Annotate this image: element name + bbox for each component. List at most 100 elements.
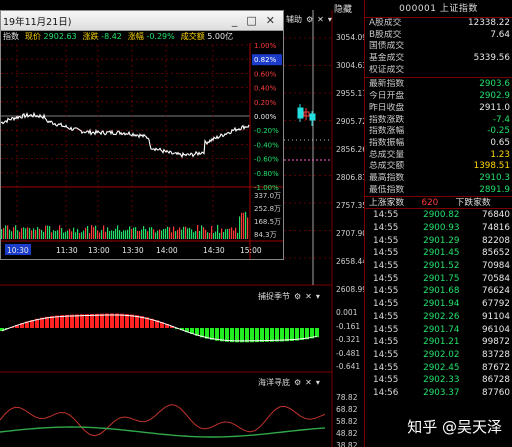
volume-bar bbox=[175, 231, 177, 239]
indicator1-bar bbox=[120, 313, 124, 328]
tick-row: 14:55 2901.94 67792 bbox=[365, 298, 512, 311]
volume-bar bbox=[191, 229, 193, 239]
intraday-chart[interactable]: 1.00% 0.82% 0.60% 0.40% 0.20% 0.00% -0.20% -0.4… bbox=[1, 43, 283, 259]
volume-bar bbox=[15, 225, 17, 239]
intraday-popup-window[interactable]: 19年11月21日) _ □ ✕ 指数 现价 2902.63 涨跌 -8.42 … bbox=[0, 10, 284, 260]
tick-row: 14:55 2901.21 99872 bbox=[365, 336, 512, 349]
indicator1-bar bbox=[260, 328, 264, 342]
pct-axis-label: -0.20% bbox=[254, 127, 279, 135]
time-axis-label: 10:30 bbox=[7, 246, 29, 255]
close-icon[interactable]: ✕ bbox=[317, 15, 324, 24]
volume-bar bbox=[135, 227, 137, 239]
tick-price: 2902.02 bbox=[423, 349, 460, 360]
tick-price: 2903.37 bbox=[423, 387, 460, 398]
volume-bar bbox=[33, 228, 35, 239]
indicator1-tick: -0.321 bbox=[336, 335, 361, 344]
volume-bar bbox=[109, 231, 111, 239]
hide-tab[interactable]: 隐藏 bbox=[334, 2, 352, 15]
volume-bar bbox=[219, 232, 221, 239]
tick-time: 14:55 bbox=[373, 286, 399, 297]
stat-label: 总成交额 bbox=[369, 161, 405, 172]
indicator1-bar bbox=[245, 328, 249, 343]
volume-bar bbox=[177, 229, 179, 239]
indicator1-bar bbox=[115, 313, 119, 328]
tick-volume: 76840 bbox=[482, 210, 510, 221]
volume-bar bbox=[41, 229, 43, 239]
volume-bar bbox=[247, 217, 249, 239]
chevron-down-icon[interactable]: ▾ bbox=[316, 292, 320, 301]
gear-icon[interactable]: ⚙ bbox=[294, 378, 301, 387]
stat-label: 总成交量 bbox=[369, 149, 405, 160]
volume-bar bbox=[227, 229, 229, 239]
volume-bar bbox=[137, 230, 139, 239]
popup-title: 19年11月21日) bbox=[3, 16, 72, 28]
gear-icon[interactable]: ⚙ bbox=[306, 15, 313, 24]
stat-value: 1.23 bbox=[490, 149, 510, 160]
stat-label: A股成交 bbox=[369, 18, 402, 28]
tick-price: 2901.94 bbox=[423, 299, 460, 310]
volume-bar bbox=[123, 230, 125, 239]
volume-bar bbox=[211, 226, 213, 239]
volume-bar bbox=[63, 232, 65, 239]
tick-price: 2902.26 bbox=[423, 311, 460, 322]
volume-bar bbox=[29, 228, 31, 239]
current-value: 2902.63 bbox=[43, 32, 77, 41]
tick-volume: 87672 bbox=[482, 362, 510, 373]
indicator1-bar bbox=[265, 328, 269, 342]
pct-axis-label: 0.60% bbox=[254, 70, 277, 78]
stat-row: 最高指数 2910.3 bbox=[365, 173, 512, 185]
indicator1-tick: -0.161 bbox=[336, 321, 361, 331]
bg-y-tick: 2806.81 bbox=[336, 173, 368, 182]
chevron-down-icon[interactable]: ▾ bbox=[328, 15, 332, 24]
popup-titlebar[interactable]: 19年11月21日) _ □ ✕ bbox=[1, 11, 283, 31]
stat-row: 昨日收盘 2911.0 bbox=[365, 103, 512, 115]
volume-bar bbox=[169, 227, 171, 239]
gear-icon[interactable]: ⚙ bbox=[294, 292, 301, 301]
tick-volume: 67792 bbox=[482, 299, 510, 310]
volume-bar bbox=[103, 225, 105, 239]
close-icon[interactable]: ✕ bbox=[266, 14, 275, 27]
tick-row: 14:55 2902.33 86728 bbox=[365, 374, 512, 387]
tick-row: 14:55 2902.45 87672 bbox=[365, 362, 512, 375]
volume-bar bbox=[47, 225, 49, 239]
amount-value: 5.00亿 bbox=[207, 32, 234, 41]
stat-row: 指数涨幅 -0.25 bbox=[365, 126, 512, 138]
tick-list[interactable]: 14:55 2900.82 76840 14:55 2900.93 74816 14:55 2… bbox=[365, 209, 512, 399]
indicator1-bar bbox=[95, 313, 99, 328]
pct-axis-label: 0.00% bbox=[254, 113, 277, 121]
indicator1-bar bbox=[80, 314, 84, 328]
separator bbox=[365, 77, 512, 79]
bg-y-tick: 2608.99 bbox=[336, 285, 368, 294]
tick-price: 2901.45 bbox=[423, 248, 460, 259]
minimize-icon[interactable]: _ bbox=[232, 14, 238, 27]
volume-axis-label: 337.0万 bbox=[254, 192, 281, 200]
volume-bar bbox=[163, 229, 165, 239]
tick-time: 14:55 bbox=[373, 362, 399, 373]
maximize-icon[interactable]: □ bbox=[246, 14, 256, 27]
close-icon[interactable]: ✕ bbox=[305, 378, 312, 387]
stat-row: 国债成交 bbox=[365, 41, 512, 53]
tick-volume: 85652 bbox=[482, 248, 510, 259]
indicator1-bar bbox=[60, 315, 64, 328]
indicator1-bar bbox=[270, 328, 274, 342]
tick-time: 14:55 bbox=[373, 261, 399, 272]
volume-bar bbox=[39, 228, 41, 239]
volume-bar bbox=[51, 232, 53, 239]
close-icon[interactable]: ✕ bbox=[305, 292, 312, 301]
bg-y-tick: 3054.09 bbox=[336, 33, 368, 42]
watermark-text: 知乎 @吴天泽 bbox=[407, 418, 502, 436]
indicator2-tick: 48.82 bbox=[336, 429, 358, 438]
pct-axis-label: 0.20% bbox=[254, 99, 277, 107]
popup-info-bar: 指数 现价 2902.63 涨跌 -8.42 涨幅 -0.29% 成交额 5.0… bbox=[1, 31, 283, 43]
volume-bar bbox=[221, 228, 223, 239]
chevron-down-icon[interactable]: ▾ bbox=[316, 378, 320, 387]
tick-volume: 99872 bbox=[482, 337, 510, 348]
tick-price: 2901.75 bbox=[423, 273, 460, 284]
volume-axis-label: 252.8万 bbox=[254, 205, 281, 213]
volume-bar bbox=[85, 227, 87, 239]
pct-axis-label: 1.00% bbox=[254, 43, 277, 50]
volume-bar bbox=[153, 229, 155, 239]
indicator1-bar bbox=[70, 314, 74, 328]
bg-y-tick: 2707.90 bbox=[336, 229, 368, 238]
indicator1-bar bbox=[110, 313, 114, 328]
